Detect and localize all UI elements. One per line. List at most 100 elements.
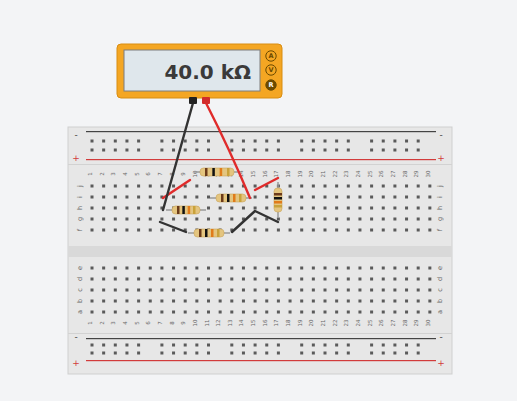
breadboard-hole[interactable]: [265, 289, 268, 292]
rail-hole[interactable]: [347, 352, 350, 355]
breadboard-hole[interactable]: [382, 300, 385, 303]
breadboard-hole[interactable]: [300, 229, 303, 232]
breadboard-hole[interactable]: [207, 185, 210, 188]
breadboard-hole[interactable]: [277, 278, 280, 281]
breadboard-hole[interactable]: [335, 278, 338, 281]
rail-hole[interactable]: [335, 140, 338, 143]
breadboard-hole[interactable]: [382, 278, 385, 281]
breadboard-hole[interactable]: [195, 311, 198, 314]
breadboard-hole[interactable]: [172, 229, 175, 232]
breadboard-hole[interactable]: [91, 311, 94, 314]
breadboard-hole[interactable]: [125, 278, 128, 281]
breadboard-hole[interactable]: [184, 267, 187, 270]
breadboard-hole[interactable]: [207, 300, 210, 303]
breadboard-hole[interactable]: [324, 267, 327, 270]
breadboard-hole[interactable]: [195, 218, 198, 221]
breadboard-hole[interactable]: [91, 300, 94, 303]
rail-hole[interactable]: [184, 140, 187, 143]
breadboard-hole[interactable]: [300, 185, 303, 188]
breadboard-hole[interactable]: [324, 196, 327, 199]
rail-hole[interactable]: [230, 344, 233, 347]
breadboard-hole[interactable]: [137, 267, 140, 270]
rail-hole[interactable]: [207, 352, 210, 355]
breadboard-hole[interactable]: [125, 289, 128, 292]
rail-hole[interactable]: [417, 149, 420, 152]
breadboard-hole[interactable]: [382, 218, 385, 221]
breadboard-hole[interactable]: [300, 289, 303, 292]
resistor[interactable]: [194, 168, 240, 176]
breadboard-hole[interactable]: [242, 278, 245, 281]
breadboard-hole[interactable]: [417, 278, 420, 281]
breadboard-hole[interactable]: [265, 196, 268, 199]
breadboard-hole[interactable]: [417, 289, 420, 292]
breadboard-hole[interactable]: [242, 207, 245, 210]
breadboard-hole[interactable]: [137, 300, 140, 303]
breadboard-hole[interactable]: [149, 196, 152, 199]
breadboard-hole[interactable]: [114, 300, 117, 303]
rail-hole[interactable]: [335, 344, 338, 347]
probe-lead[interactable]: [206, 103, 250, 198]
breadboard-hole[interactable]: [347, 196, 350, 199]
breadboard-hole[interactable]: [254, 278, 257, 281]
breadboard-hole[interactable]: [114, 289, 117, 292]
rail-hole[interactable]: [195, 352, 198, 355]
rail-hole[interactable]: [300, 352, 303, 355]
breadboard-hole[interactable]: [312, 196, 315, 199]
breadboard-hole[interactable]: [347, 185, 350, 188]
breadboard-hole[interactable]: [265, 207, 268, 210]
breadboard-hole[interactable]: [428, 267, 431, 270]
breadboard-hole[interactable]: [91, 207, 94, 210]
breadboard-hole[interactable]: [242, 289, 245, 292]
breadboard-hole[interactable]: [370, 311, 373, 314]
breadboard-hole[interactable]: [114, 278, 117, 281]
breadboard-hole[interactable]: [335, 300, 338, 303]
breadboard-hole[interactable]: [137, 311, 140, 314]
breadboard-hole[interactable]: [172, 185, 175, 188]
breadboard-hole[interactable]: [172, 278, 175, 281]
rail-hole[interactable]: [91, 352, 94, 355]
breadboard-hole[interactable]: [335, 289, 338, 292]
breadboard-hole[interactable]: [428, 185, 431, 188]
breadboard-hole[interactable]: [289, 196, 292, 199]
breadboard-hole[interactable]: [172, 289, 175, 292]
breadboard-hole[interactable]: [312, 300, 315, 303]
breadboard-hole[interactable]: [195, 196, 198, 199]
breadboard-hole[interactable]: [370, 229, 373, 232]
rail-hole[interactable]: [300, 140, 303, 143]
rail-hole[interactable]: [300, 344, 303, 347]
breadboard-hole[interactable]: [125, 300, 128, 303]
breadboard-hole[interactable]: [242, 267, 245, 270]
breadboard-hole[interactable]: [405, 278, 408, 281]
breadboard-hole[interactable]: [405, 289, 408, 292]
breadboard-hole[interactable]: [417, 218, 420, 221]
breadboard-hole[interactable]: [428, 311, 431, 314]
breadboard-hole[interactable]: [405, 207, 408, 210]
breadboard-hole[interactable]: [370, 185, 373, 188]
rail-hole[interactable]: [102, 149, 105, 152]
breadboard-hole[interactable]: [382, 311, 385, 314]
breadboard-hole[interactable]: [160, 300, 163, 303]
mode-button[interactable]: [266, 80, 276, 90]
breadboard-hole[interactable]: [393, 196, 396, 199]
breadboard-hole[interactable]: [405, 267, 408, 270]
breadboard-hole[interactable]: [149, 267, 152, 270]
breadboard-hole[interactable]: [102, 185, 105, 188]
breadboard-hole[interactable]: [219, 300, 222, 303]
rail-hole[interactable]: [324, 352, 327, 355]
breadboard-hole[interactable]: [207, 278, 210, 281]
rail-hole[interactable]: [405, 352, 408, 355]
rail-hole[interactable]: [195, 140, 198, 143]
breadboard-hole[interactable]: [184, 300, 187, 303]
breadboard-hole[interactable]: [102, 267, 105, 270]
breadboard-hole[interactable]: [289, 185, 292, 188]
rail-hole[interactable]: [393, 344, 396, 347]
breadboard-hole[interactable]: [324, 278, 327, 281]
breadboard-hole[interactable]: [289, 278, 292, 281]
rail-hole[interactable]: [172, 140, 175, 143]
jumper-wire[interactable]: [255, 178, 278, 190]
breadboard-hole[interactable]: [382, 185, 385, 188]
breadboard-hole[interactable]: [195, 278, 198, 281]
rail-hole[interactable]: [382, 344, 385, 347]
breadboard-hole[interactable]: [393, 229, 396, 232]
jumper-wire[interactable]: [232, 211, 278, 232]
